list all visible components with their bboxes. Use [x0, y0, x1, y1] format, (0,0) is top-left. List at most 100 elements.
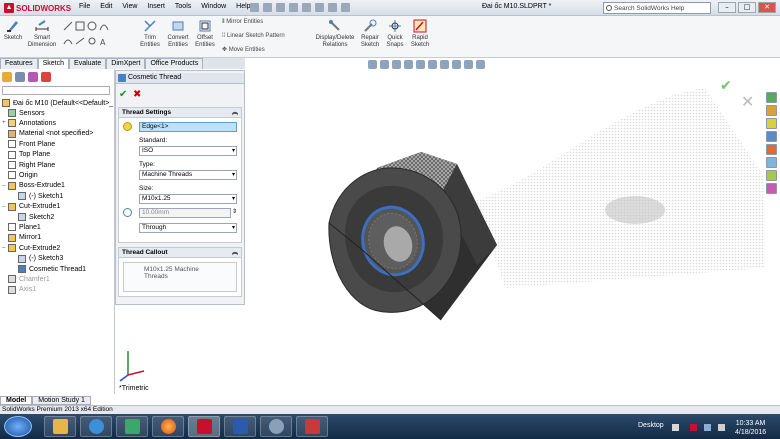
taskbar-clock[interactable]: 10:33 AM 4/18/2016 — [735, 419, 766, 437]
taskbar-app-media[interactable] — [80, 416, 112, 437]
previous-view-icon[interactable] — [392, 60, 401, 69]
confirmation-corner-ok-icon[interactable]: ✔ — [720, 78, 732, 94]
tree-item[interactable]: Cosmetic Thread1 — [12, 264, 86, 274]
tree-item[interactable]: Sketch2 — [12, 212, 54, 222]
quick-snaps-button[interactable]: Quick Snaps — [384, 19, 406, 49]
rebuild-icon[interactable] — [328, 3, 337, 12]
app-logo[interactable]: ▲ SOLIDWORKS — [4, 2, 71, 14]
linear-pattern-button[interactable]: ⁞⁞ Linear Sketch Pattern — [222, 33, 285, 39]
close-button[interactable]: ✕ — [758, 2, 776, 13]
desktop-toolbar-label[interactable]: Desktop — [638, 422, 664, 429]
tree-root-part[interactable]: Đai ốc M10 (Default<<Default>_ — [2, 98, 113, 108]
expander-icon[interactable]: – — [2, 204, 7, 210]
smart-dimension-button[interactable]: Smart Dimension — [28, 19, 56, 49]
tree-item[interactable]: – Boss-Extrude1 — [2, 181, 65, 191]
tree-filter-input[interactable] — [2, 86, 110, 95]
tree-item[interactable]: – Cut-Extrude2 — [2, 243, 60, 253]
tree-item[interactable]: + Annotations — [2, 118, 56, 128]
thread-callout-header[interactable]: Thread Callout ︽ — [119, 248, 241, 258]
tab-dimxpert[interactable]: DimXpert — [106, 58, 146, 69]
taskbar-app-solidworks[interactable] — [188, 416, 220, 437]
expander-icon[interactable]: – — [2, 245, 7, 251]
edit-appearance-icon[interactable] — [452, 60, 461, 69]
taskbar-app-7[interactable] — [296, 416, 328, 437]
tree-item[interactable]: Chamfer1 — [2, 274, 50, 284]
taskbar-app-explorer[interactable] — [44, 416, 76, 437]
undo-icon[interactable] — [302, 3, 311, 12]
taskbar-app-3[interactable] — [116, 416, 148, 437]
trim-entities-button[interactable]: Trim Entities — [138, 19, 162, 49]
zoom-to-fit-icon[interactable] — [368, 60, 377, 69]
custom-properties-icon[interactable] — [766, 157, 777, 168]
bottom-tab-motion-study-1[interactable]: Motion Study 1 — [32, 396, 91, 405]
tree-item[interactable]: Mirror1 — [2, 233, 41, 243]
tab-features[interactable]: Features — [0, 58, 38, 69]
open-icon[interactable] — [263, 3, 272, 12]
save-icon[interactable] — [276, 3, 285, 12]
options-icon[interactable] — [341, 3, 350, 12]
appearances-icon[interactable] — [766, 144, 777, 155]
tree-item[interactable]: Sensors — [2, 108, 45, 118]
tray-app-icon[interactable] — [690, 424, 697, 431]
taskbar-app-word[interactable] — [224, 416, 256, 437]
offset-entities-button[interactable]: Offset Entities — [193, 19, 217, 49]
mirror-entities-button[interactable]: ⫴ Mirror Entities — [222, 19, 263, 26]
start-button[interactable] — [4, 416, 32, 437]
file-explorer-icon[interactable] — [766, 118, 777, 129]
feature-manager-icon[interactable] — [2, 72, 12, 82]
rapid-sketch-button[interactable]: Rapid Sketch — [408, 19, 432, 49]
convert-entities-button[interactable]: Convert Entities — [164, 19, 192, 49]
menu-insert[interactable]: Insert — [146, 2, 166, 11]
hex-nut-model[interactable] — [328, 152, 497, 321]
bottom-tab-model[interactable]: Model — [0, 396, 33, 405]
confirmation-corner-cancel-icon[interactable]: ✕ — [741, 92, 754, 111]
select-icon[interactable] — [315, 3, 324, 12]
section-view-icon[interactable] — [404, 60, 413, 69]
sketch-button[interactable]: Sketch — [2, 19, 24, 42]
menu-edit[interactable]: Edit — [99, 2, 113, 11]
tree-item[interactable]: Material <not specified> — [2, 129, 93, 139]
standard-select[interactable]: ISO ▾ — [139, 146, 237, 156]
zoom-area-icon[interactable] — [380, 60, 389, 69]
repair-sketch-button[interactable]: Repair Sketch — [358, 19, 382, 49]
spin-icon[interactable]: ⇕ — [232, 208, 237, 215]
tree-item[interactable]: (-) Sketch1 — [12, 191, 63, 201]
tab-office-products[interactable]: Office Products — [145, 58, 204, 69]
menu-window[interactable]: Window — [200, 2, 227, 11]
thread-settings-header[interactable]: Thread Settings ︽ — [119, 108, 241, 118]
thread-callout-text[interactable]: M10x1.25 Machine Threads — [123, 262, 237, 292]
toolbox-icon[interactable] — [766, 183, 777, 194]
type-select[interactable]: Machine Threads ▾ — [139, 170, 237, 180]
print-icon[interactable] — [289, 3, 298, 12]
tree-item[interactable]: Right Plane — [2, 160, 55, 170]
expander-icon[interactable]: – — [2, 183, 7, 189]
tree-item[interactable]: (-) Sketch3 — [12, 254, 63, 264]
diameter-input[interactable]: 10.00mm — [139, 208, 231, 218]
move-entities-button[interactable]: ✥ Move Entities — [222, 46, 265, 53]
view-palette-icon[interactable] — [766, 131, 777, 142]
collapse-icon[interactable]: ︽ — [232, 248, 238, 258]
tree-item[interactable]: – Cut-Extrude1 — [2, 202, 60, 212]
hide-show-icon[interactable] — [440, 60, 449, 69]
end-condition-select[interactable]: Through ▾ — [139, 223, 237, 233]
menu-view[interactable]: View — [121, 2, 138, 11]
display-manager-icon[interactable] — [41, 72, 51, 82]
edge-selection-field[interactable]: Edge<1> — [139, 122, 237, 132]
cancel-button[interactable]: ✖ — [133, 89, 141, 100]
property-manager-icon[interactable] — [15, 72, 25, 82]
network-icon[interactable] — [704, 424, 711, 431]
volume-icon[interactable] — [718, 424, 725, 431]
tree-item[interactable]: Front Plane — [2, 139, 55, 149]
graphics-area[interactable] — [245, 58, 765, 396]
apply-scene-icon[interactable] — [464, 60, 473, 69]
menu-tools[interactable]: Tools — [174, 2, 192, 11]
tree-item[interactable]: Plane1 — [2, 222, 41, 232]
display-delete-relations-button[interactable]: Display/Delete Relations — [314, 19, 356, 49]
tab-sketch[interactable]: Sketch — [37, 58, 70, 69]
configuration-manager-icon[interactable] — [28, 72, 38, 82]
tree-item[interactable]: Axis1 — [2, 285, 36, 295]
tree-item[interactable]: Origin — [2, 170, 38, 180]
tray-expand-icon[interactable] — [672, 424, 679, 431]
taskbar-app-6[interactable] — [260, 416, 292, 437]
expander-icon[interactable]: + — [2, 120, 7, 126]
